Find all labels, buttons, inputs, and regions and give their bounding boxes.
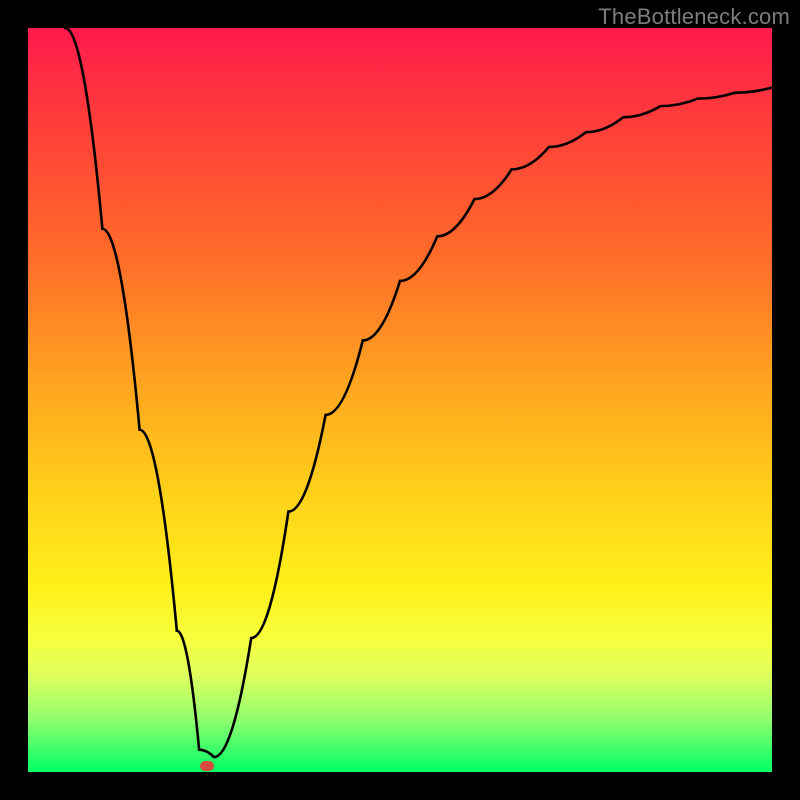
curve-svg [28, 28, 772, 772]
watermark-text: TheBottleneck.com [598, 4, 790, 30]
bottleneck-curve [65, 28, 772, 757]
chart-frame: TheBottleneck.com [0, 0, 800, 800]
min-marker [200, 761, 214, 771]
plot-area [28, 28, 772, 772]
